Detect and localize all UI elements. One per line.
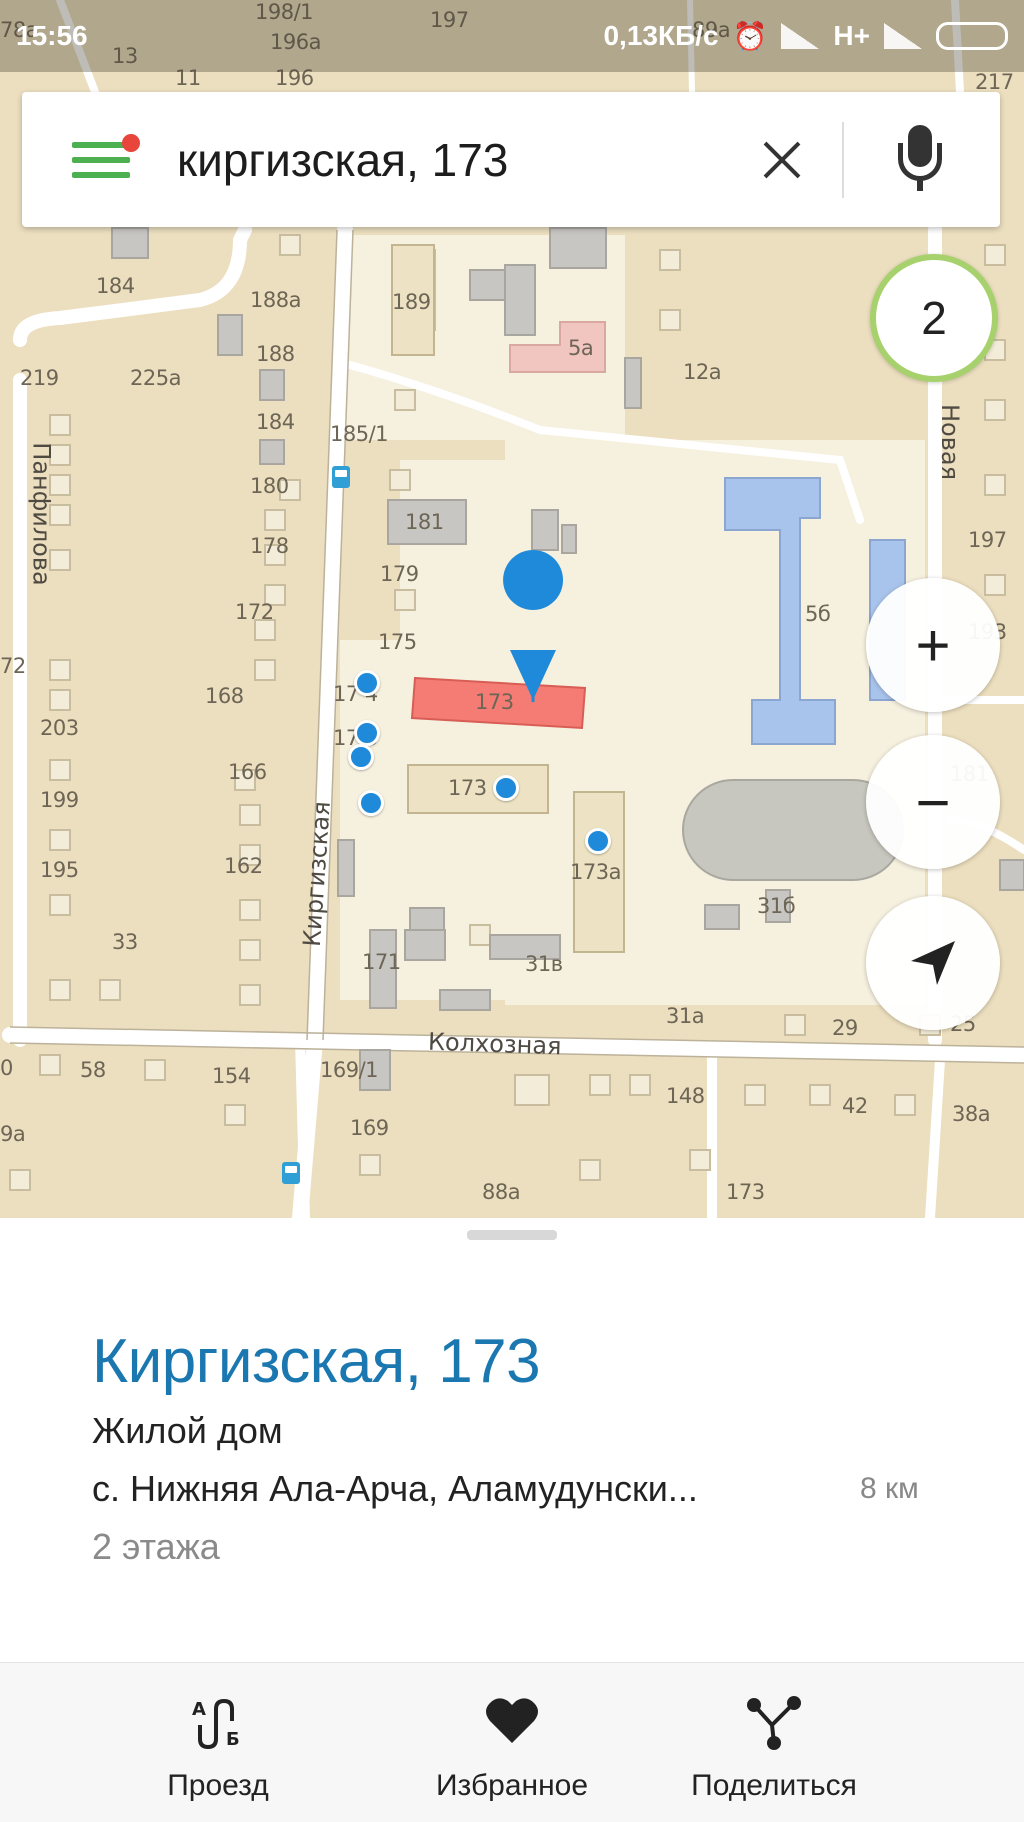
building-label: 162 <box>224 854 263 878</box>
divider <box>842 121 844 198</box>
poi-marker[interactable] <box>493 775 519 801</box>
building-label: 199 <box>40 788 79 812</box>
poi-marker[interactable] <box>354 670 380 696</box>
svg-text:Б: Б <box>226 1729 240 1750</box>
building-label: 171 <box>362 950 401 974</box>
building-label: 169 <box>350 1116 389 1140</box>
bus-stop-icon[interactable] <box>332 466 350 488</box>
poi-marker[interactable] <box>358 790 384 816</box>
street-label-novaya: Новая <box>936 403 965 481</box>
network-speed: 0,13КБ/с <box>603 20 719 51</box>
navigation-arrow-icon <box>911 941 955 985</box>
route-button[interactable]: А Б Проезд <box>88 1663 348 1822</box>
place-title: Киргизская, 173 <box>92 1327 541 1396</box>
building-label: 179 <box>380 562 419 586</box>
building-label: 29 <box>832 1016 858 1040</box>
building-label: 72 <box>0 654 26 678</box>
place-address: с. Нижняя Ала-Арча, Аламудунски... <box>92 1468 698 1509</box>
building-label: 9а <box>0 1122 26 1146</box>
building-label: 175 <box>378 630 417 654</box>
building-label: 31в <box>525 952 563 976</box>
building-label: 173 <box>448 776 487 800</box>
building-label: 42 <box>842 1094 868 1118</box>
building-label: 12а <box>683 360 722 384</box>
building-label: 173 <box>475 690 514 714</box>
zoom-in-button[interactable]: + <box>866 578 1000 712</box>
building-label: 5б <box>805 602 831 626</box>
poi-marker[interactable] <box>354 720 380 746</box>
alarm-icon: ⏰ <box>732 20 768 52</box>
building-label: 189 <box>392 290 431 314</box>
svg-text:А: А <box>192 1699 206 1720</box>
zoom-out-button[interactable]: − <box>866 735 1000 869</box>
building-label: 217 <box>975 70 1014 94</box>
hamburger-menu-icon[interactable] <box>72 133 140 180</box>
building-label: 38а <box>952 1102 991 1126</box>
battery-icon <box>936 22 1008 50</box>
place-distance: 8 км <box>860 1472 919 1505</box>
favorite-label: Избранное <box>435 1769 589 1802</box>
building-label: 181 <box>405 510 444 534</box>
share-icon <box>747 1696 801 1750</box>
building-label: 166 <box>228 760 267 784</box>
search-bar[interactable]: киргизская, 173 <box>22 92 1000 227</box>
building-label: 225а <box>130 366 181 390</box>
building-label: 203 <box>40 716 79 740</box>
status-bar: 15:56 0,13КБ/с ⏰ H+ <box>0 0 1024 72</box>
building-label: 33 <box>112 930 138 954</box>
route-label: Проезд <box>167 1769 269 1802</box>
building-label: 148 <box>666 1084 705 1108</box>
signal-icon <box>781 23 820 49</box>
building-label: 184 <box>256 410 295 434</box>
search-input[interactable]: киргизская, 173 <box>177 133 752 187</box>
bus-stop-icon[interactable] <box>282 1162 300 1184</box>
my-location-button[interactable] <box>866 896 1000 1030</box>
action-bar: А Б Проезд Избранное Поделиться <box>0 1662 1024 1822</box>
building-label: 188 <box>256 342 295 366</box>
network-type: H+ <box>833 20 870 51</box>
building-label: 197 <box>968 528 1007 552</box>
drag-handle[interactable] <box>467 1230 557 1240</box>
poi-marker[interactable] <box>585 828 611 854</box>
building-label: 173 <box>726 1180 765 1204</box>
building-label: 188а <box>250 288 301 312</box>
place-card[interactable]: Киргизская, 173 Жилой дом с. Нижняя Ала-… <box>0 1218 1024 1822</box>
notification-dot <box>122 133 140 152</box>
building-label: 5а <box>568 336 594 360</box>
favorite-button[interactable]: Избранное <box>382 1663 642 1822</box>
building-label: 154 <box>212 1064 251 1088</box>
street-label-kolkhoznaya: Колхозная <box>427 1027 562 1061</box>
share-button[interactable]: Поделиться <box>644 1663 904 1822</box>
building-label: 169/1 <box>320 1058 379 1082</box>
signal-icon <box>884 23 922 49</box>
building-label: 31а <box>666 1004 705 1028</box>
building-label: 0 <box>0 1056 13 1080</box>
status-time: 15:56 <box>16 20 88 51</box>
building-label: 88а <box>482 1180 521 1204</box>
building-label: 185/1 <box>330 422 389 446</box>
building-label: 195 <box>40 858 79 882</box>
building-label: 172 <box>235 600 274 624</box>
building-label: 178 <box>250 534 289 558</box>
street-label-panfilova: Панфилова <box>27 442 56 586</box>
microphone-icon[interactable] <box>890 124 950 195</box>
building-label: 184 <box>96 274 135 298</box>
share-label: Поделиться <box>691 1769 857 1802</box>
heart-icon <box>486 1698 538 1743</box>
close-icon[interactable] <box>752 130 812 190</box>
building-label: 168 <box>205 684 244 708</box>
poi-marker[interactable] <box>348 744 374 770</box>
building-label: 58 <box>80 1058 106 1082</box>
building-label: 31б <box>757 894 796 918</box>
building-label: 173а <box>570 860 621 884</box>
place-floors: 2 этажа <box>92 1526 220 1567</box>
place-type: Жилой дом <box>92 1410 283 1451</box>
route-a-b-icon: А Б <box>192 1698 240 1750</box>
building-label: 219 <box>20 366 59 390</box>
building-label: 180 <box>250 474 289 498</box>
results-count-badge[interactable]: 2 <box>870 254 998 382</box>
